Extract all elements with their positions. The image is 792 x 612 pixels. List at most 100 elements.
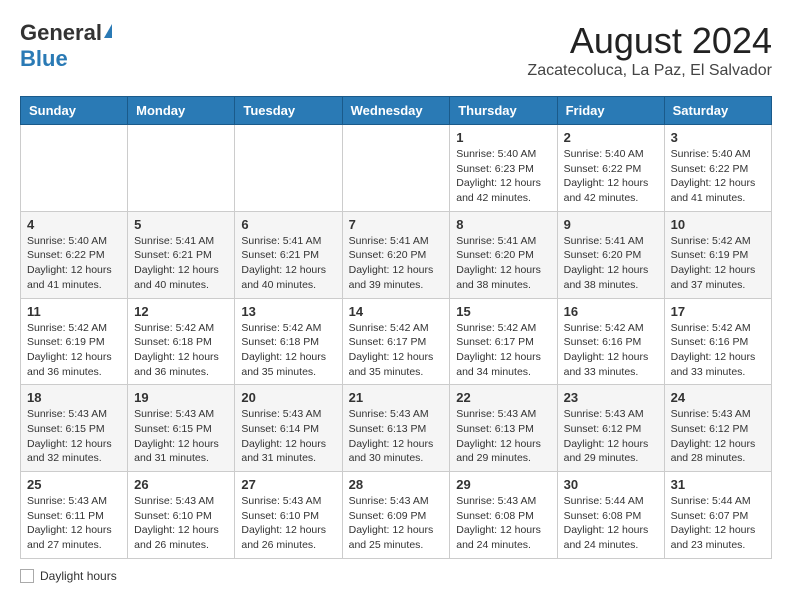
calendar-cell: 28Sunrise: 5:43 AM Sunset: 6:09 PM Dayli… [342,472,450,559]
calendar-cell: 27 Sunrise: 5:43 AM Sunset: 6:10 PM Dayli… [235,472,342,559]
day-number: 23 [564,390,658,405]
calendar-cell: 1Sunrise: 5:40 AM Sunset: 6:23 PM Daylig… [450,125,557,212]
day-info: Sunrise: 5:42 AM Sunset: 6:18 PM Dayligh… [241,321,335,380]
column-header-monday: Monday [128,97,235,125]
day-info: Sunrise: 5:42 AM Sunset: 6:19 PM Dayligh… [671,234,765,293]
calendar-cell: 23 Sunrise: 5:43 AM Sunset: 6:12 PM Dayli… [557,385,664,472]
day-info: Sunrise: 5:42 AM Sunset: 6:18 PM Dayligh… [134,321,228,380]
calendar-cell: 14 Sunrise: 5:42 AM Sunset: 6:17 PM Dayli… [342,298,450,385]
day-info: Sunrise: 5:43 AM Sunset: 6:14 PM Dayligh… [241,407,335,466]
calendar-cell [128,125,235,212]
day-number: 15 [456,304,550,319]
column-header-tuesday: Tuesday [235,97,342,125]
column-header-thursday: Thursday [450,97,557,125]
day-number: 11 [27,304,121,319]
day-info: Sunrise: 5:41 AM Sunset: 6:21 PM Dayligh… [134,234,228,293]
day-info: Sunrise: 5:42 AM Sunset: 6:17 PM Dayligh… [349,321,444,380]
calendar-table: SundayMondayTuesdayWednesdayThursdayFrid… [20,96,772,559]
day-info: Sunrise: 5:44 AM Sunset: 6:07 PM Dayligh… [671,494,765,553]
day-number: 24 [671,390,765,405]
day-number: 29 [456,477,550,492]
day-number: 6 [241,217,335,232]
calendar-cell: 26 Sunrise: 5:43 AM Sunset: 6:10 PM Dayli… [128,472,235,559]
calendar-week-row: 11 Sunrise: 5:42 AM Sunset: 6:19 PM Dayli… [21,298,772,385]
day-info: Sunrise: 5:43 AM Sunset: 6:13 PM Dayligh… [456,407,550,466]
day-info: Sunrise: 5:43 AM Sunset: 6:09 PM Dayligh… [349,494,444,553]
logo-general-text: General [20,20,102,46]
logo-blue-text: Blue [20,46,68,72]
calendar-cell: 6Sunrise: 5:41 AM Sunset: 6:21 PM Daylig… [235,211,342,298]
day-number: 12 [134,304,228,319]
day-info: Sunrise: 5:40 AM Sunset: 6:22 PM Dayligh… [671,147,765,206]
day-number: 31 [671,477,765,492]
column-header-saturday: Saturday [664,97,771,125]
column-header-wednesday: Wednesday [342,97,450,125]
day-number: 13 [241,304,335,319]
day-info: Sunrise: 5:43 AM Sunset: 6:10 PM Dayligh… [134,494,228,553]
day-info: Sunrise: 5:42 AM Sunset: 6:16 PM Dayligh… [671,321,765,380]
calendar-cell [21,125,128,212]
calendar-cell: 22Sunrise: 5:43 AM Sunset: 6:13 PM Dayli… [450,385,557,472]
day-number: 3 [671,130,765,145]
calendar-cell [235,125,342,212]
day-info: Sunrise: 5:42 AM Sunset: 6:16 PM Dayligh… [564,321,658,380]
day-info: Sunrise: 5:43 AM Sunset: 6:12 PM Dayligh… [671,407,765,466]
calendar-cell: 30 Sunrise: 5:44 AM Sunset: 6:08 PM Dayli… [557,472,664,559]
calendar-header-row: SundayMondayTuesdayWednesdayThursdayFrid… [21,97,772,125]
day-number: 19 [134,390,228,405]
day-info: Sunrise: 5:43 AM Sunset: 6:08 PM Dayligh… [456,494,550,553]
calendar-cell: 9Sunrise: 5:41 AM Sunset: 6:20 PM Daylig… [557,211,664,298]
calendar-cell: 25Sunrise: 5:43 AM Sunset: 6:11 PM Dayli… [21,472,128,559]
calendar-cell [342,125,450,212]
day-info: Sunrise: 5:41 AM Sunset: 6:20 PM Dayligh… [564,234,658,293]
day-number: 16 [564,304,658,319]
calendar-cell: 10 Sunrise: 5:42 AM Sunset: 6:19 PM Dayli… [664,211,771,298]
day-info: Sunrise: 5:43 AM Sunset: 6:12 PM Dayligh… [564,407,658,466]
day-number: 14 [349,304,444,319]
day-number: 5 [134,217,228,232]
day-info: Sunrise: 5:40 AM Sunset: 6:22 PM Dayligh… [27,234,121,293]
calendar-cell: 12 Sunrise: 5:42 AM Sunset: 6:18 PM Dayli… [128,298,235,385]
day-info: Sunrise: 5:40 AM Sunset: 6:22 PM Dayligh… [564,147,658,206]
day-number: 10 [671,217,765,232]
day-info: Sunrise: 5:43 AM Sunset: 6:10 PM Dayligh… [241,494,335,553]
calendar-cell: 29 Sunrise: 5:43 AM Sunset: 6:08 PM Dayli… [450,472,557,559]
title-area: August 2024 Zacatecoluca, La Paz, El Sal… [527,20,772,80]
calendar-week-row: 1Sunrise: 5:40 AM Sunset: 6:23 PM Daylig… [21,125,772,212]
calendar-cell: 16 Sunrise: 5:42 AM Sunset: 6:16 PM Dayli… [557,298,664,385]
calendar-cell: 20 Sunrise: 5:43 AM Sunset: 6:14 PM Dayli… [235,385,342,472]
calendar-cell: 15 Sunrise: 5:42 AM Sunset: 6:17 PM Dayli… [450,298,557,385]
day-info: Sunrise: 5:40 AM Sunset: 6:23 PM Dayligh… [456,147,550,206]
calendar-cell: 7 Sunrise: 5:41 AM Sunset: 6:20 PM Daylig… [342,211,450,298]
calendar-cell: 18Sunrise: 5:43 AM Sunset: 6:15 PM Dayli… [21,385,128,472]
calendar-cell: 5 Sunrise: 5:41 AM Sunset: 6:21 PM Daylig… [128,211,235,298]
daylight-label: Daylight hours [40,569,117,583]
calendar-cell: 21Sunrise: 5:43 AM Sunset: 6:13 PM Dayli… [342,385,450,472]
day-number: 30 [564,477,658,492]
day-info: Sunrise: 5:44 AM Sunset: 6:08 PM Dayligh… [564,494,658,553]
logo: General Blue [20,20,112,72]
day-number: 26 [134,477,228,492]
column-header-sunday: Sunday [21,97,128,125]
day-info: Sunrise: 5:42 AM Sunset: 6:17 PM Dayligh… [456,321,550,380]
page-header: General Blue August 2024 Zacatecoluca, L… [20,20,772,80]
day-number: 21 [349,390,444,405]
logo-triangle-icon [104,24,112,38]
calendar-cell: 13 Sunrise: 5:42 AM Sunset: 6:18 PM Dayli… [235,298,342,385]
day-info: Sunrise: 5:41 AM Sunset: 6:20 PM Dayligh… [349,234,444,293]
day-info: Sunrise: 5:42 AM Sunset: 6:19 PM Dayligh… [27,321,121,380]
day-number: 7 [349,217,444,232]
day-number: 8 [456,217,550,232]
column-header-friday: Friday [557,97,664,125]
day-number: 20 [241,390,335,405]
day-info: Sunrise: 5:43 AM Sunset: 6:15 PM Dayligh… [134,407,228,466]
calendar-week-row: 25Sunrise: 5:43 AM Sunset: 6:11 PM Dayli… [21,472,772,559]
day-number: 4 [27,217,121,232]
calendar-week-row: 18Sunrise: 5:43 AM Sunset: 6:15 PM Dayli… [21,385,772,472]
day-number: 2 [564,130,658,145]
calendar-cell: 3 Sunrise: 5:40 AM Sunset: 6:22 PM Daylig… [664,125,771,212]
day-number: 27 [241,477,335,492]
calendar-cell: 2 Sunrise: 5:40 AM Sunset: 6:22 PM Daylig… [557,125,664,212]
day-info: Sunrise: 5:43 AM Sunset: 6:15 PM Dayligh… [27,407,121,466]
calendar-cell: 17Sunrise: 5:42 AM Sunset: 6:16 PM Dayli… [664,298,771,385]
